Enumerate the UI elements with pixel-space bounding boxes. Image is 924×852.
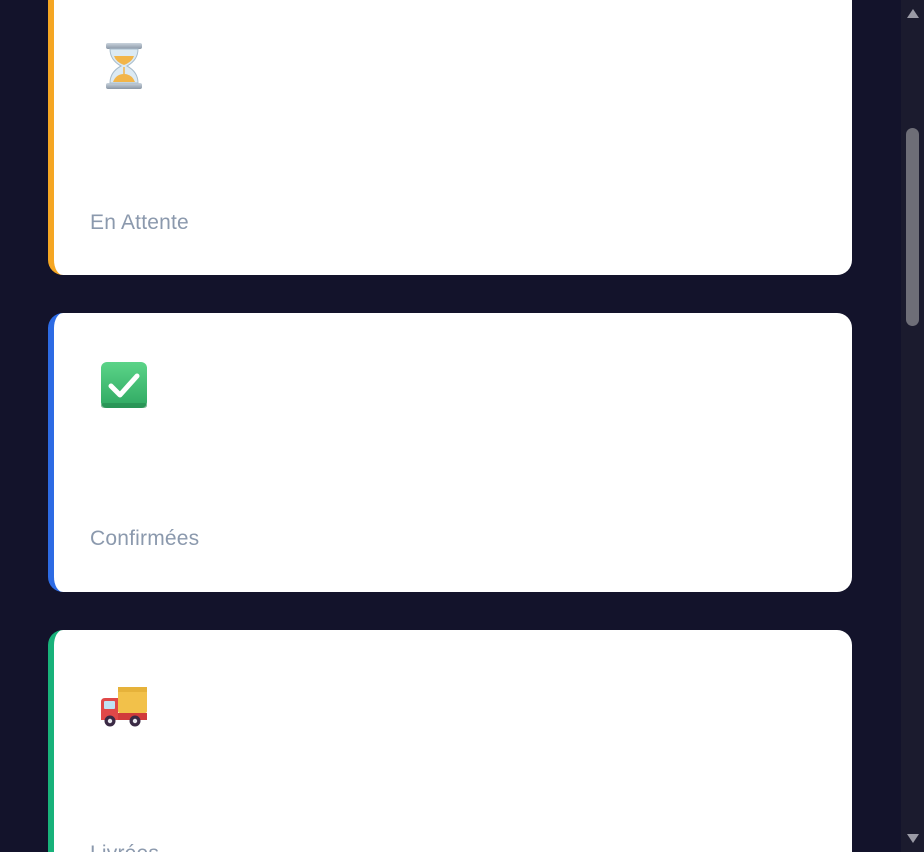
- card-label-confirmed: Confirmées: [90, 527, 200, 550]
- status-card-delivered[interactable]: Livrées: [48, 630, 852, 852]
- card-label-pending: En Attente: [90, 211, 189, 234]
- status-cards-list: En Attente Confirmées: [0, 0, 901, 852]
- status-card-pending[interactable]: En Attente: [48, 0, 852, 275]
- app-viewport: En Attente Confirmées: [0, 0, 924, 852]
- card-label-delivered: Livrées: [90, 842, 159, 852]
- scroll-up-arrow-icon[interactable]: [907, 9, 919, 18]
- status-card-confirmed[interactable]: Confirmées: [48, 313, 852, 592]
- scrollbar-thumb[interactable]: [906, 128, 919, 326]
- scroll-down-arrow-icon[interactable]: [907, 834, 919, 843]
- check-box-icon: [101, 362, 147, 408]
- hourglass-icon: [106, 43, 142, 89]
- delivery-truck-icon: [101, 687, 147, 727]
- vertical-scrollbar[interactable]: [901, 0, 924, 852]
